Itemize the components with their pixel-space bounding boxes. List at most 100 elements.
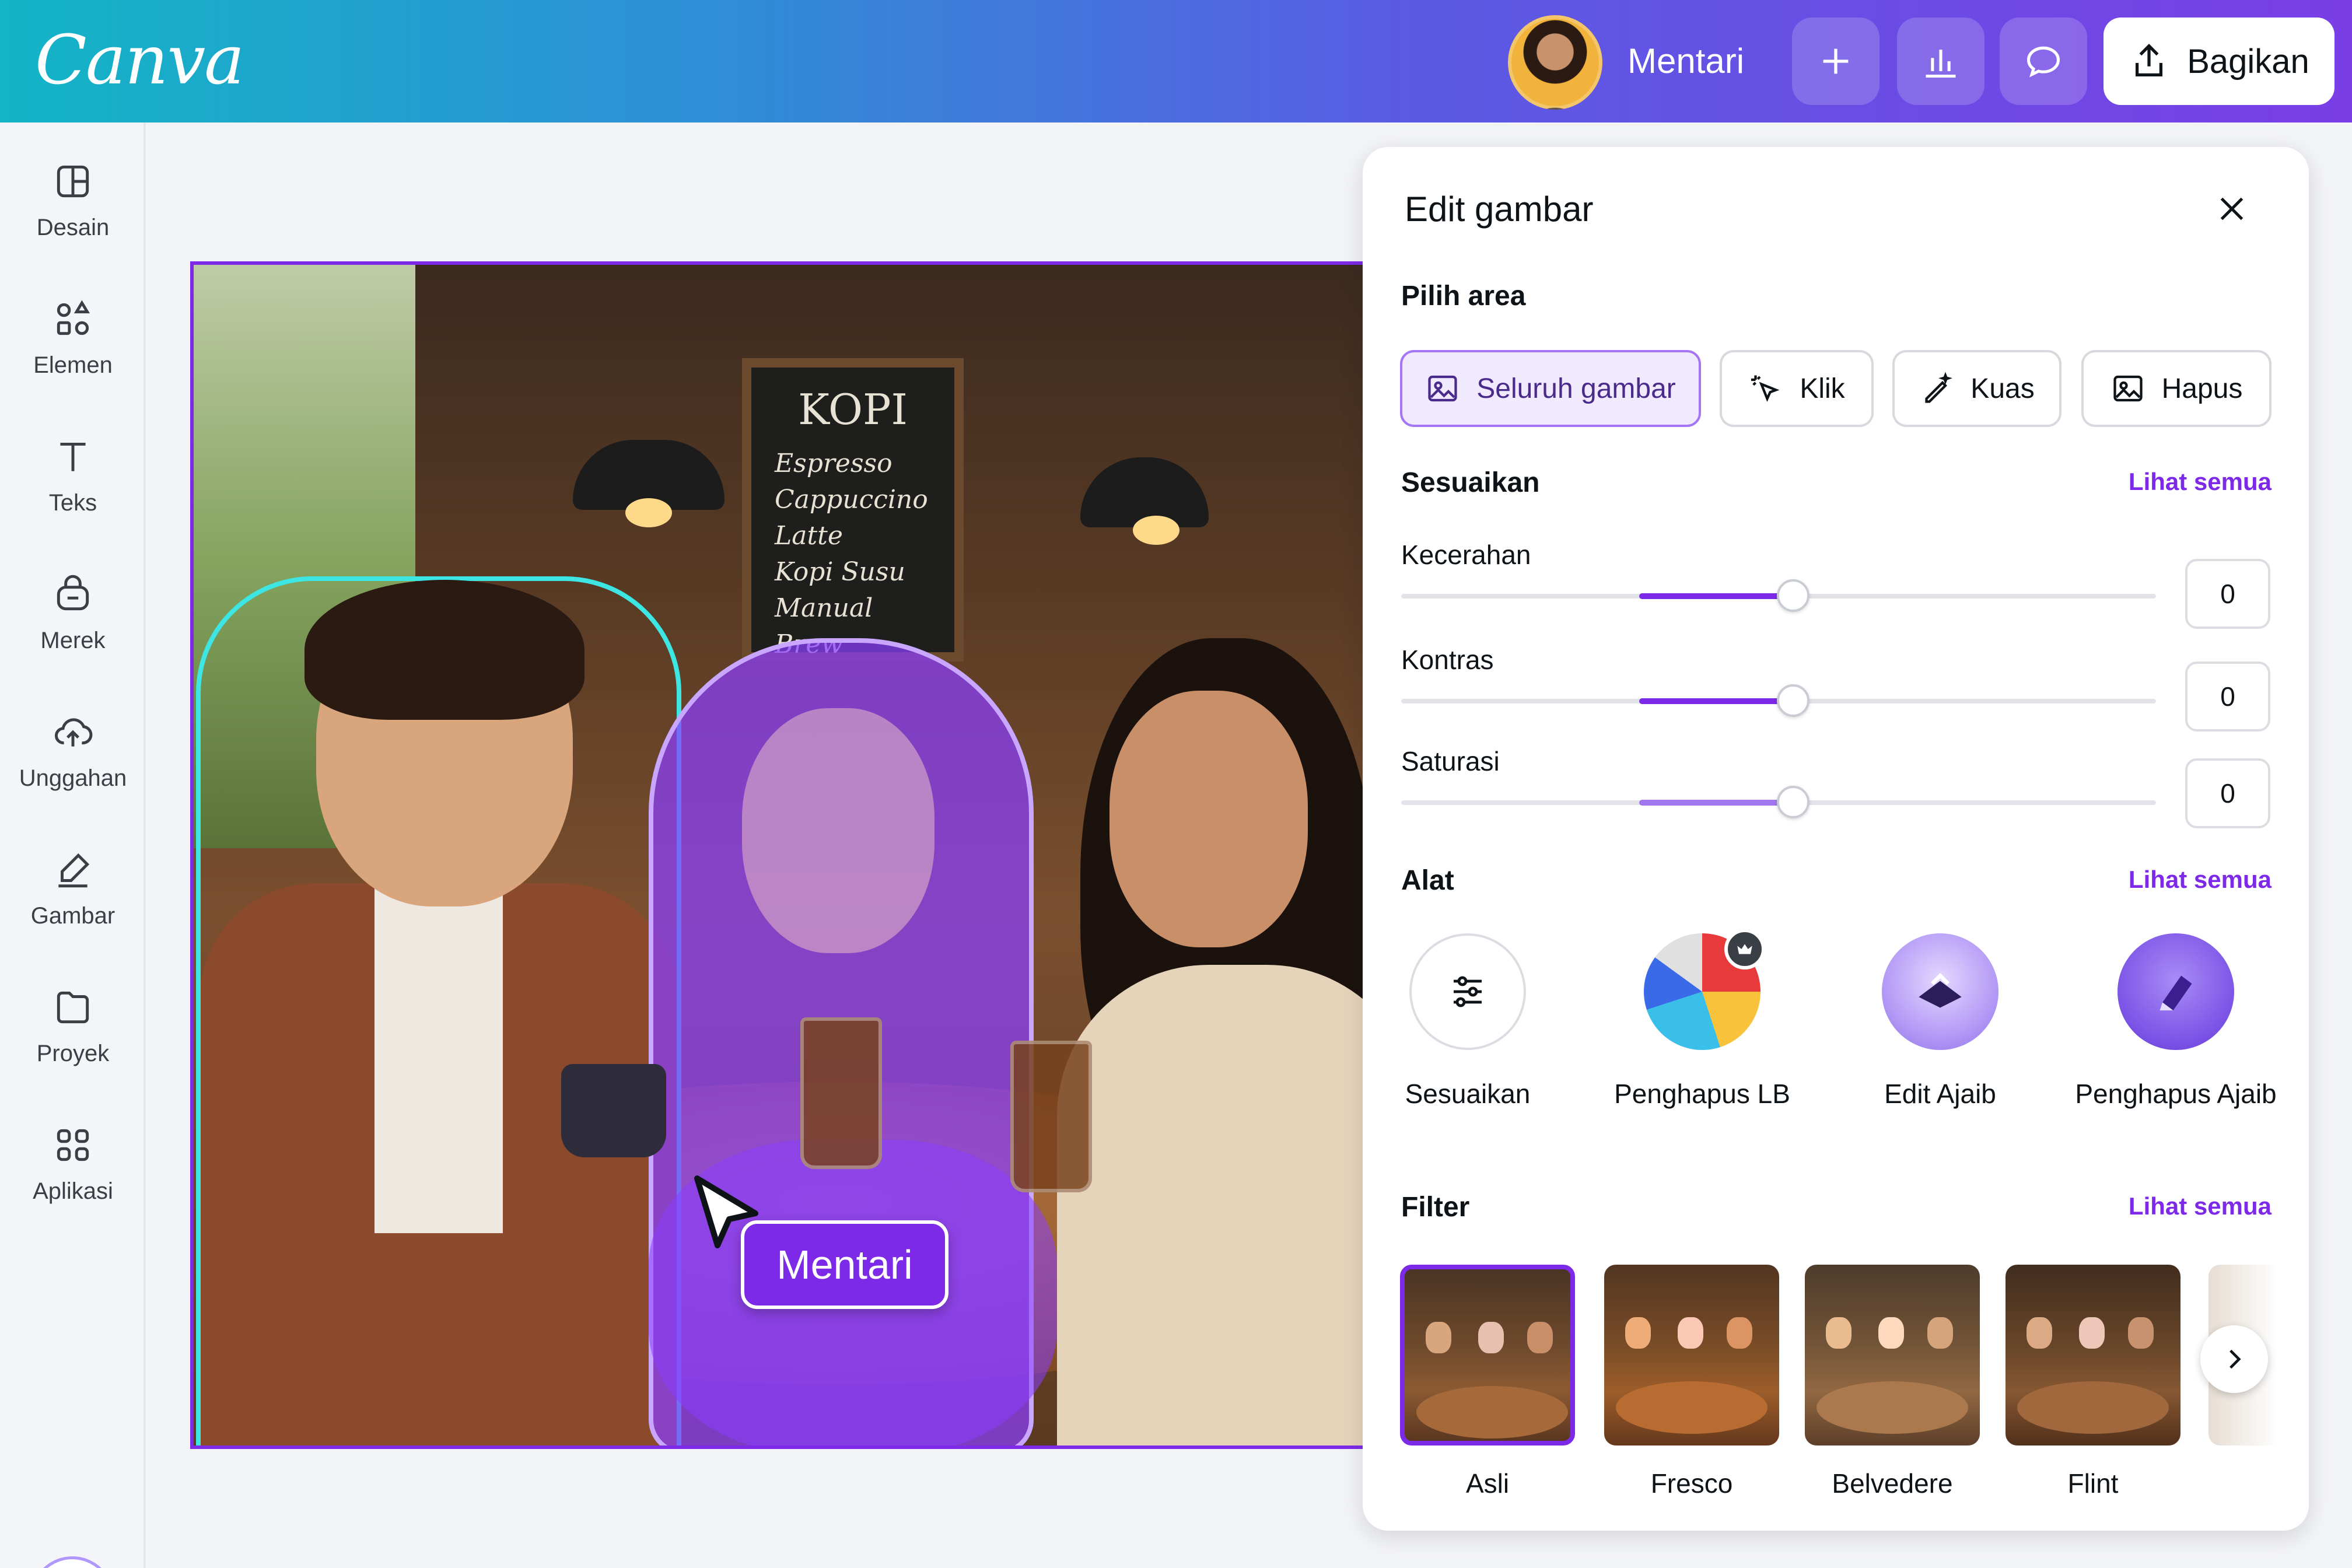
menu-blackboard: KOPI Espresso Cappuccino Latte Kopi Susu… xyxy=(742,358,964,662)
tool-label: Penghapus LB xyxy=(1614,1079,1790,1109)
filter-label: Belvedere xyxy=(1832,1468,1953,1499)
click-cursor-icon xyxy=(1751,375,1780,402)
tool-magic-eraser[interactable]: Penghapus Ajaib xyxy=(2065,933,2287,1110)
filter-section-title: Filter xyxy=(1401,1192,1470,1223)
blackboard-title: KOPI xyxy=(798,385,908,434)
bar-chart-icon xyxy=(1926,50,1956,78)
magic-assistant-button[interactable] xyxy=(30,1556,114,1568)
saturation-value-field[interactable]: 0 xyxy=(2185,758,2270,828)
left-sidebar: Desain Elemen Teks Merek Unggahan Gambar… xyxy=(0,123,146,1568)
shapes-icon xyxy=(57,300,90,335)
brightness-label: Kecerahan xyxy=(1401,540,1531,570)
filter-see-all-link[interactable]: Lihat semua xyxy=(2129,1192,2272,1220)
sidebar-item-unggahan[interactable]: Unggahan xyxy=(0,710,146,792)
contrast-label: Kontras xyxy=(1401,645,1494,675)
blackboard-item: Cappuccino xyxy=(775,485,928,514)
chevron-right-icon xyxy=(2230,1349,2241,1369)
area-whole-image-button[interactable]: Seluruh gambar xyxy=(1400,350,1701,427)
contrast-slider-handle[interactable] xyxy=(1777,684,1810,717)
user-avatar[interactable] xyxy=(1508,15,1602,110)
tool-label: Edit Ajaib xyxy=(1884,1079,1996,1109)
sidebar-item-aplikasi[interactable]: Aplikasi xyxy=(0,1124,146,1205)
draw-icon xyxy=(58,853,90,888)
filter-next-button[interactable] xyxy=(2200,1325,2268,1393)
sidebar-item-label: Unggahan xyxy=(19,765,127,791)
sidebar-item-elemen[interactable]: Elemen xyxy=(0,298,146,379)
magic-brush-icon xyxy=(1925,372,1953,403)
filter-thumbnail xyxy=(2006,1265,2180,1446)
magic-eraser-icon xyxy=(2118,933,2234,1050)
pendant-lamp xyxy=(1080,457,1209,545)
filter-belvedere[interactable]: Belvedere xyxy=(1805,1265,1980,1499)
area-brush-button[interactable]: Kuas xyxy=(1892,350,2062,427)
area-option-label: Seluruh gambar xyxy=(1476,373,1676,404)
tool-label: Penghapus Ajaib xyxy=(2075,1079,2277,1109)
user-name: Mentari xyxy=(1628,41,1745,80)
magic-edit-icon xyxy=(1882,933,1999,1050)
share-button[interactable]: Bagikan xyxy=(2104,18,2334,105)
sidebar-item-label: Aplikasi xyxy=(33,1178,113,1204)
share-label: Bagikan xyxy=(2187,42,2309,80)
sidebar-item-desain[interactable]: Desain xyxy=(0,160,146,241)
tool-magic-edit[interactable]: Edit Ajaib xyxy=(1829,933,2051,1110)
share-upload-icon xyxy=(2136,44,2163,76)
select-area-title: Pilih area xyxy=(1401,281,1526,312)
brightness-value-field[interactable]: 0 xyxy=(2185,559,2270,629)
sidebar-item-label: Merek xyxy=(40,628,106,653)
edit-image-panel: Edit gambar Pilih area Seluruh gambar Kl… xyxy=(1363,147,2309,1531)
brightness-slider-handle[interactable] xyxy=(1777,579,1810,612)
panel-title: Edit gambar xyxy=(1405,190,1594,229)
sidebar-item-label: Teks xyxy=(48,490,97,516)
filter-label: Fresco xyxy=(1650,1468,1733,1499)
blackboard-item: Espresso xyxy=(775,449,892,478)
comment-icon xyxy=(2027,46,2060,78)
filter-asli[interactable]: Asli xyxy=(1400,1265,1575,1499)
sidebar-item-merek[interactable]: Merek xyxy=(0,573,146,654)
beach-ball-icon xyxy=(1644,929,1765,1050)
sidebar-item-label: Desain xyxy=(36,215,110,240)
crown-icon xyxy=(1724,929,1765,970)
filter-thumbnail xyxy=(1604,1265,1779,1446)
collaborator-cursor-label: Mentari xyxy=(741,1220,949,1309)
tools-see-all-link[interactable]: Lihat semua xyxy=(2129,866,2272,894)
pendant-lamp xyxy=(573,440,724,527)
filter-fresco[interactable]: Fresco xyxy=(1604,1265,1779,1499)
sidebar-item-teks[interactable]: Teks xyxy=(0,435,146,516)
filter-thumbnail xyxy=(1400,1265,1575,1446)
area-option-label: Kuas xyxy=(1971,373,2035,404)
adjust-section-title: Sesuaikan xyxy=(1401,467,1540,498)
area-click-button[interactable]: Klik xyxy=(1720,350,1874,427)
filter-flint[interactable]: Flint xyxy=(2006,1265,2180,1499)
tools-section-title: Alat xyxy=(1401,865,1454,896)
apps-grid-icon xyxy=(57,1129,89,1161)
area-erase-button[interactable]: Hapus xyxy=(2081,350,2272,427)
area-option-label: Hapus xyxy=(2161,373,2243,404)
brightness-slider-fill xyxy=(1639,593,1792,599)
sliders-icon xyxy=(1409,933,1526,1050)
adjust-see-all-link[interactable]: Lihat semua xyxy=(2129,468,2272,496)
folder-icon xyxy=(57,991,89,1024)
saturation-slider-handle[interactable] xyxy=(1777,786,1810,818)
tool-background-remover[interactable]: Penghapus LB xyxy=(1591,929,1813,1110)
saturation-label: Saturasi xyxy=(1401,746,1500,776)
person-right xyxy=(1057,638,1388,1446)
top-bar: Canva Mentari Bagikan xyxy=(0,0,2352,123)
sidebar-item-label: Gambar xyxy=(30,903,116,929)
tool-adjust[interactable]: Sesuaikan xyxy=(1357,933,1578,1110)
iced-drink xyxy=(1010,1041,1092,1192)
sidebar-item-proyek[interactable]: Proyek xyxy=(0,986,146,1067)
close-icon xyxy=(2220,197,2244,220)
insights-button[interactable] xyxy=(1897,18,1985,105)
sidebar-item-gambar[interactable]: Gambar xyxy=(0,848,146,929)
person-left-selected[interactable] xyxy=(196,576,681,1446)
text-icon xyxy=(60,442,86,471)
canva-logo[interactable]: Canva xyxy=(35,21,244,100)
image-icon xyxy=(1428,375,1457,402)
coffee-mug xyxy=(561,1064,666,1157)
plus-icon xyxy=(1823,48,1849,74)
add-button[interactable] xyxy=(1792,18,1880,105)
sidebar-item-label: Elemen xyxy=(33,352,113,378)
contrast-value-field[interactable]: 0 xyxy=(2185,662,2270,732)
close-button[interactable] xyxy=(2208,186,2255,232)
comment-button[interactable] xyxy=(2000,18,2087,105)
